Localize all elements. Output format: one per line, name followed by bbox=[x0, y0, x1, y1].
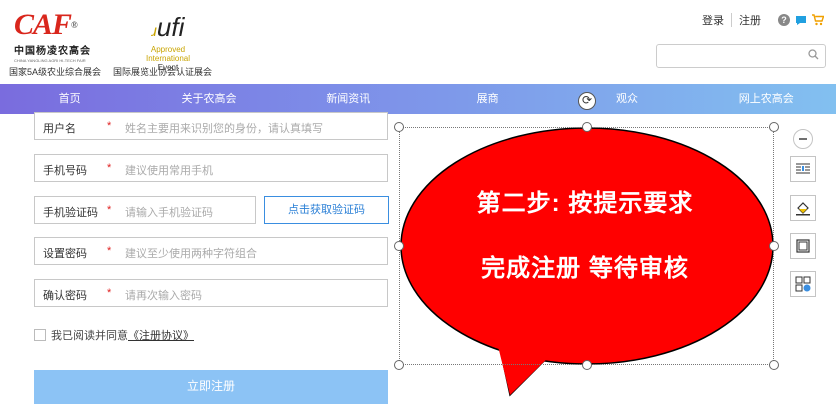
minus-icon[interactable] bbox=[793, 129, 813, 149]
resize-handle[interactable] bbox=[394, 122, 404, 132]
resize-handle[interactable] bbox=[769, 241, 779, 251]
arrange-icon[interactable] bbox=[790, 271, 816, 297]
outline-icon[interactable] bbox=[790, 233, 816, 259]
callout-line-1: 第二步: 按提示要求 bbox=[476, 190, 694, 217]
resize-handle[interactable] bbox=[769, 122, 779, 132]
selection-box bbox=[399, 127, 774, 365]
rotate-icon[interactable]: ⟳ bbox=[578, 92, 596, 110]
resize-handle[interactable] bbox=[582, 122, 592, 132]
resize-handle[interactable] bbox=[394, 360, 404, 370]
callout-line-2: 完成注册 等待审核 bbox=[481, 255, 689, 282]
resize-handle[interactable] bbox=[582, 360, 592, 370]
page: CAF® 中国杨凌农高会 CHINA YANGLING AGRI HI-TECH… bbox=[0, 0, 836, 405]
layout-options-icon[interactable] bbox=[790, 156, 816, 182]
resize-handle[interactable] bbox=[394, 241, 404, 251]
resize-handle[interactable] bbox=[769, 360, 779, 370]
fill-bucket-icon[interactable] bbox=[790, 195, 816, 221]
